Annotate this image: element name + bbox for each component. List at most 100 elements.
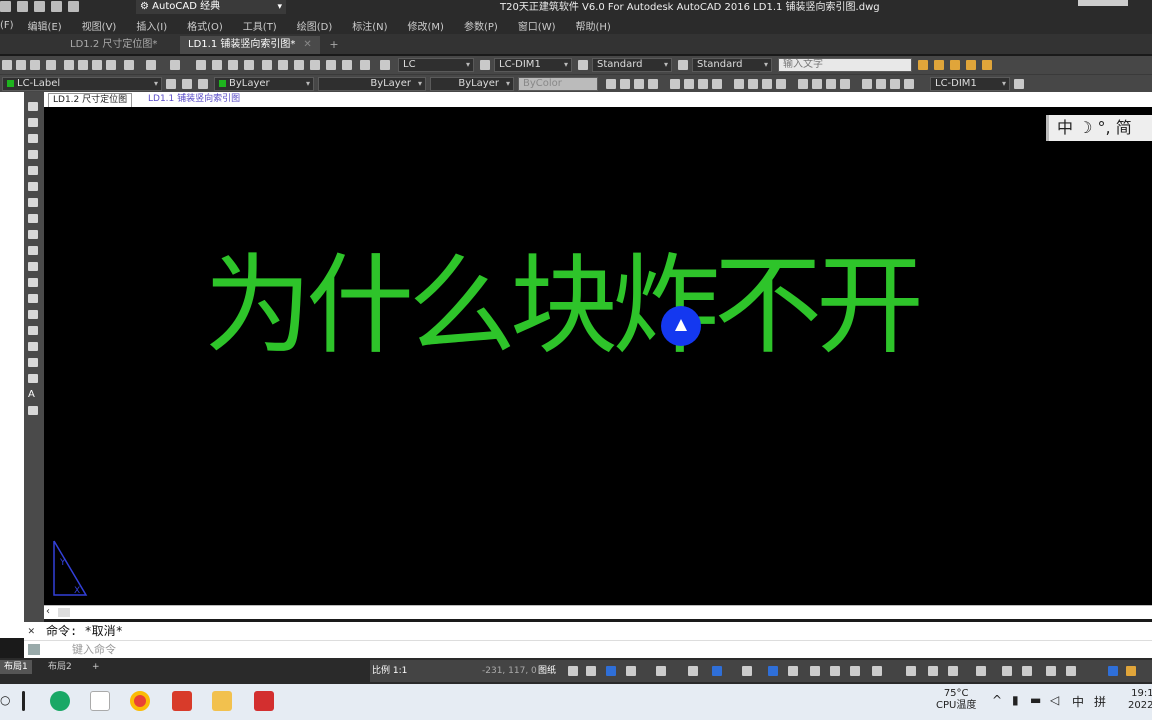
dim-diameter-icon[interactable] xyxy=(698,79,708,89)
auto-scale-icon[interactable] xyxy=(850,666,860,676)
ime-pinyin[interactable]: 拼 xyxy=(1094,693,1106,710)
command-line[interactable]: 键入命令 xyxy=(24,640,1152,658)
quickcalc-icon[interactable] xyxy=(342,60,352,70)
tool-palettes-icon[interactable] xyxy=(294,60,304,70)
horizontal-scrollbar[interactable]: ‹ xyxy=(44,605,1152,619)
dim-continue-icon[interactable] xyxy=(762,79,772,89)
layer-select[interactable]: LC-Label ▾ xyxy=(2,77,162,91)
layer-tool-icon[interactable] xyxy=(966,60,976,70)
autocad-icon[interactable] xyxy=(254,691,274,711)
close-icon[interactable]: ✕ xyxy=(28,622,35,640)
revcloud-icon[interactable] xyxy=(28,214,38,223)
sheet-set-icon[interactable] xyxy=(310,60,320,70)
scroll-thumb[interactable] xyxy=(58,608,70,617)
menu-view[interactable]: 视图(V) xyxy=(82,18,117,33)
zoom-previous-icon[interactable] xyxy=(244,60,254,70)
doc-tab-ld11[interactable]: LD1.1 铺装竖向索引图* ✕ xyxy=(180,36,320,54)
close-icon[interactable]: ✕ xyxy=(303,39,311,50)
markup-icon[interactable] xyxy=(326,60,336,70)
cut-icon[interactable] xyxy=(64,60,74,70)
object-snap-icon[interactable] xyxy=(712,666,722,676)
pan-icon[interactable] xyxy=(196,60,206,70)
grid-icon[interactable] xyxy=(568,666,578,676)
plot-style-select[interactable]: ByColor xyxy=(518,77,598,91)
help-icon[interactable] xyxy=(360,60,370,70)
clock[interactable]: 19:1 2022/ xyxy=(1128,688,1152,712)
layer-previous-icon[interactable] xyxy=(182,79,192,89)
brush-icon[interactable] xyxy=(124,60,134,70)
chrome-icon[interactable] xyxy=(130,691,150,711)
plot-icon[interactable] xyxy=(46,60,56,70)
jogged-linear-icon[interactable] xyxy=(840,79,850,89)
customization-icon[interactable] xyxy=(1066,666,1076,676)
dim-aligned-icon[interactable] xyxy=(620,79,630,89)
save-icon[interactable] xyxy=(30,60,40,70)
dim-arc-icon[interactable] xyxy=(634,79,644,89)
snap-icon[interactable] xyxy=(586,666,596,676)
command-prompt-icon[interactable] xyxy=(28,644,40,655)
design-center-icon[interactable] xyxy=(278,60,288,70)
add-layout-button[interactable]: + xyxy=(88,660,104,674)
construction-line-icon[interactable] xyxy=(28,118,38,127)
redo-icon[interactable] xyxy=(170,60,180,70)
dim-style-select[interactable]: LC-DIM1 ▾ xyxy=(494,58,572,72)
multileader-style-icon[interactable] xyxy=(678,60,688,70)
file-explorer-icon[interactable] xyxy=(212,691,232,711)
paste-icon[interactable] xyxy=(92,60,102,70)
lineweight-icon[interactable] xyxy=(742,666,752,676)
table-style-icon[interactable] xyxy=(578,60,588,70)
units-icon[interactable] xyxy=(928,666,938,676)
saveas-icon[interactable] xyxy=(17,1,28,12)
hardware-acceleration-icon[interactable] xyxy=(1022,666,1032,676)
layout-tab-1[interactable]: 布局1 xyxy=(0,660,32,674)
file-tab-ld12[interactable]: LD1.2 尺寸定位图 xyxy=(48,93,133,108)
doc-tab-ld12[interactable]: LD1.2 尺寸定位图* xyxy=(62,36,165,54)
window-controls[interactable] xyxy=(1078,0,1128,6)
linetype-select[interactable]: ByLayer ▾ xyxy=(318,77,426,91)
annotation-monitor-icon[interactable] xyxy=(906,666,916,676)
dim-baseline-icon[interactable] xyxy=(748,79,758,89)
tolerance-icon[interactable] xyxy=(798,79,808,89)
open-icon[interactable] xyxy=(16,60,26,70)
arc-icon[interactable] xyxy=(28,182,38,191)
copy-icon[interactable] xyxy=(78,60,88,70)
ellipse-arc-icon[interactable] xyxy=(28,262,38,271)
lock-ui-icon[interactable] xyxy=(976,666,986,676)
volume-icon[interactable]: ◁ xyxy=(1050,693,1059,707)
dim-update-icon[interactable] xyxy=(890,79,900,89)
text-search-input[interactable]: 输入文字 xyxy=(778,58,912,72)
dim-edit-icon[interactable] xyxy=(862,79,872,89)
multileader-style-select[interactable]: Standard ▾ xyxy=(692,58,772,72)
dim-override-icon[interactable] xyxy=(904,79,914,89)
line-icon[interactable] xyxy=(28,102,38,111)
usb-icon[interactable]: ▮ xyxy=(1012,693,1019,707)
table-icon[interactable] xyxy=(28,374,38,383)
network-icon[interactable]: ▬ xyxy=(1030,693,1041,707)
isodraft-icon[interactable] xyxy=(656,666,666,676)
layout-tab-2[interactable]: 布局2 xyxy=(44,660,76,674)
polyline-icon[interactable] xyxy=(28,134,38,143)
layer-tool-icon[interactable] xyxy=(982,60,992,70)
make-block-icon[interactable] xyxy=(28,294,38,303)
dim-space-icon[interactable] xyxy=(776,79,786,89)
layer-tool-icon[interactable] xyxy=(918,60,928,70)
workspace-switch-icon[interactable] xyxy=(872,666,882,676)
zoom-window-icon[interactable] xyxy=(228,60,238,70)
annotation-visibility-icon[interactable] xyxy=(830,666,840,676)
menu-help[interactable]: 帮助(H) xyxy=(576,18,611,33)
dim-style-manager-icon[interactable] xyxy=(1014,79,1024,89)
notepad-icon[interactable] xyxy=(90,691,110,711)
polygon-icon[interactable] xyxy=(28,150,38,159)
menu-edit[interactable]: 编辑(E) xyxy=(28,18,62,33)
print-icon[interactable] xyxy=(34,1,45,12)
wechat-icon[interactable] xyxy=(50,691,70,711)
circle-icon[interactable] xyxy=(28,198,38,207)
inspect-icon[interactable] xyxy=(826,79,836,89)
text-style-select[interactable]: LC ▾ xyxy=(398,58,474,72)
layer-states-icon[interactable] xyxy=(198,79,208,89)
menu-modify[interactable]: 修改(M) xyxy=(408,18,444,33)
dim-ordinate-icon[interactable] xyxy=(648,79,658,89)
menu-dimension[interactable]: 标注(N) xyxy=(352,18,387,33)
dim-style-select-2[interactable]: LC-DIM1 ▾ xyxy=(930,77,1010,91)
transparency-icon[interactable] xyxy=(768,666,778,676)
